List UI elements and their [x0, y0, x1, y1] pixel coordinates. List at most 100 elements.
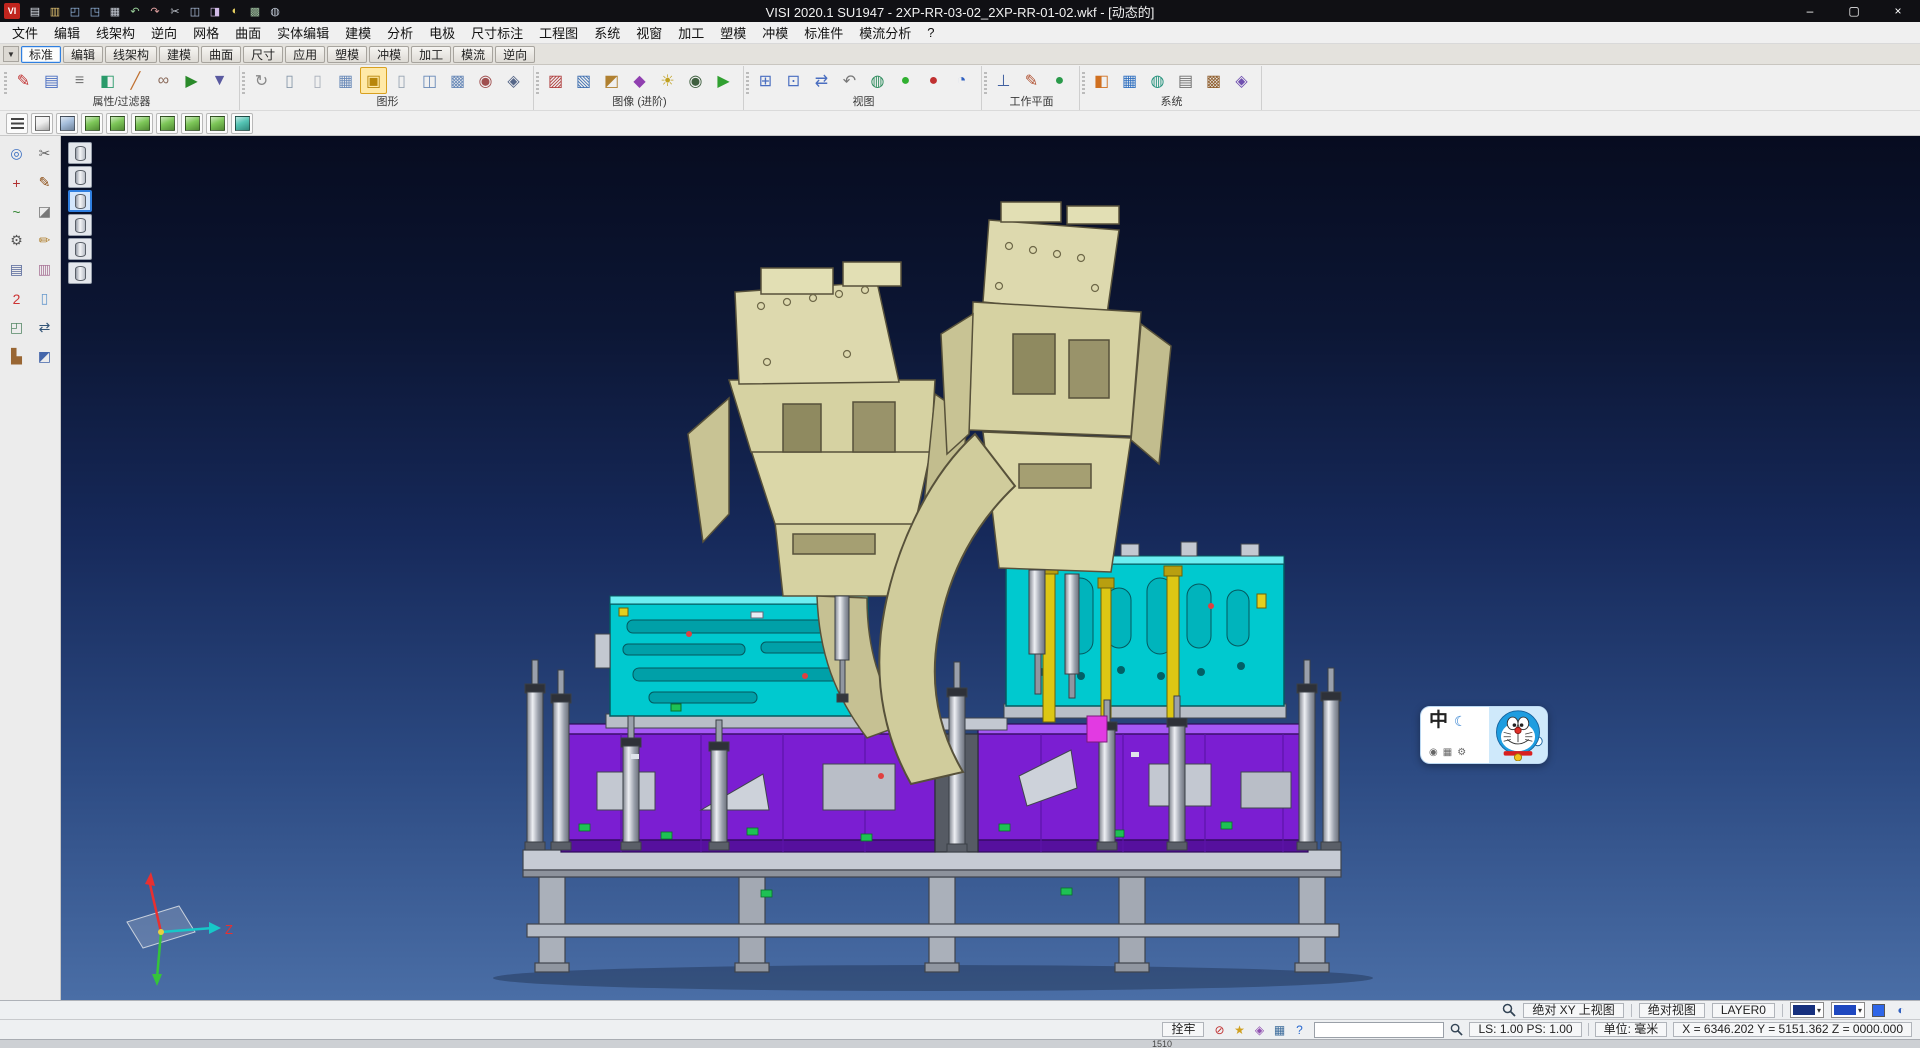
view-shaded-cube-icon[interactable] [31, 113, 53, 134]
attr-layers-icon[interactable]: ≡ [66, 67, 93, 94]
cad-model-3d[interactable]: Z [61, 136, 1920, 1000]
system-hatch-icon[interactable]: ▩ [1200, 67, 1227, 94]
menu-item[interactable]: 视窗 [628, 23, 670, 43]
menu-item[interactable]: 建模 [337, 23, 379, 43]
move-tool-icon[interactable]: ⇄ [32, 315, 57, 340]
menu-item[interactable]: 线架构 [88, 23, 143, 43]
qat-save-all-icon[interactable]: ◳ [86, 2, 104, 20]
globe-view-icon[interactable]: ◍ [864, 67, 891, 94]
qat-help-icon[interactable]: ◍ [266, 2, 284, 20]
display-set-icon[interactable]: ◈ [500, 67, 527, 94]
tab-flow[interactable]: 模流 [453, 46, 493, 63]
light-icon[interactable]: ☀ [654, 67, 681, 94]
tab-overflow-button[interactable]: ▼ [3, 46, 19, 62]
workplane-edit-icon[interactable]: ✎ [1018, 67, 1045, 94]
view-menu-button[interactable] [6, 113, 28, 134]
dimension2-tool-icon[interactable]: 2 [4, 286, 29, 311]
menu-item[interactable]: 工程图 [531, 23, 586, 43]
status-nosnap-icon[interactable]: ⊘ [1210, 1021, 1228, 1038]
shaded-mode-icon[interactable]: ▣ [360, 67, 387, 94]
view-wire-cube-icon[interactable] [56, 113, 78, 134]
attr-filter-icon[interactable]: ▼ [206, 67, 233, 94]
crosshair-tool-icon[interactable]: + [4, 170, 29, 195]
pie-view-icon[interactable]: ◔ [948, 67, 975, 94]
dynamic-view-tool-4[interactable] [68, 214, 92, 236]
qat-print-icon[interactable]: ▦ [106, 2, 124, 20]
status-filter-icon[interactable] [1450, 1023, 1463, 1036]
qat-cut-icon[interactable]: ✂ [166, 2, 184, 20]
view-top-icon[interactable] [81, 113, 103, 134]
wire-cylinder-icon[interactable]: ▯ [276, 67, 303, 94]
menu-item[interactable]: 文件 [4, 23, 46, 43]
status-palette-icon[interactable]: ◈ [1250, 1021, 1268, 1038]
chart-tool-icon[interactable]: ▙ [4, 344, 29, 369]
trim-tool-icon[interactable]: ✂ [32, 141, 57, 166]
sheet-tool-icon[interactable]: ▯ [32, 286, 57, 311]
zoom-tool-icon[interactable]: ◎ [4, 141, 29, 166]
menu-item[interactable]: 实体编辑 [269, 23, 337, 43]
gear-tool-icon[interactable]: ⚙ [4, 228, 29, 253]
menu-item[interactable]: 网格 [185, 23, 227, 43]
status-search-icon[interactable] [1502, 1003, 1516, 1017]
view-mode-label[interactable]: 绝对 XY 上视图 [1523, 1003, 1623, 1018]
menu-item[interactable]: 塑模 [712, 23, 754, 43]
cube-pair-icon[interactable]: ◫ [416, 67, 443, 94]
system-table-icon[interactable]: ▤ [1172, 67, 1199, 94]
zoom-window-icon[interactable]: ⊡ [780, 67, 807, 94]
line-color-combo[interactable]: ▾ [1790, 1002, 1824, 1018]
tab-standard[interactable]: 标准 [21, 46, 61, 63]
ghost-cylinder-icon[interactable]: ▯ [388, 67, 415, 94]
ime-widget[interactable]: 中 ☾ ◉ ▦ ⚙ [1420, 706, 1548, 764]
menu-item[interactable]: 冲模 [754, 23, 796, 43]
menu-item[interactable]: 逆向 [143, 23, 185, 43]
qat-new-icon[interactable]: ▤ [26, 2, 44, 20]
qat-save-icon[interactable]: ◰ [66, 2, 84, 20]
dynamic-view-tool-6[interactable] [68, 262, 92, 284]
ime-settings-icon[interactable]: ⚙ [1457, 747, 1466, 758]
pencil-tool-icon[interactable]: ✎ [32, 170, 57, 195]
status-help-icon[interactable]: ? [1290, 1021, 1308, 1038]
maximize-button[interactable]: ▢ [1832, 0, 1876, 22]
camera-icon[interactable]: ◉ [682, 67, 709, 94]
status-osnap-icon[interactable]: ★ [1230, 1021, 1248, 1038]
regen-icon[interactable]: ↻ [248, 67, 275, 94]
menu-item[interactable]: ? [919, 23, 942, 43]
tab-reverse[interactable]: 逆向 [495, 46, 535, 63]
system-config-icon[interactable]: ◈ [1228, 67, 1255, 94]
grid-cube-icon[interactable]: ▩ [444, 67, 471, 94]
layer-label[interactable]: LAYER0 [1712, 1003, 1775, 1018]
attr-pick-icon[interactable]: ▶ [178, 67, 205, 94]
workplane-sphere-icon[interactable]: ● [1046, 67, 1073, 94]
dynamic-view-tool-1[interactable] [68, 142, 92, 164]
active-color-swatch[interactable] [1872, 1004, 1885, 1017]
attr-line-icon[interactable]: ╱ [122, 67, 149, 94]
curve-tool-icon[interactable]: ~ [4, 199, 29, 224]
tab-machining[interactable]: 加工 [411, 46, 451, 63]
mesh-cube-icon[interactable]: ▦ [332, 67, 359, 94]
note-tool-icon[interactable]: ▥ [32, 257, 57, 282]
shadow-icon[interactable]: ◩ [598, 67, 625, 94]
ime-moon-icon[interactable]: ☾ [1454, 713, 1467, 730]
menu-item[interactable]: 分析 [379, 23, 421, 43]
qat-undo-icon[interactable]: ↶ [126, 2, 144, 20]
hidden-cylinder-icon[interactable]: ▯ [304, 67, 331, 94]
animation-icon[interactable]: ▶ [710, 67, 737, 94]
menu-item[interactable]: 尺寸标注 [463, 23, 531, 43]
menu-item[interactable]: 系统 [586, 23, 628, 43]
dynamic-view-tool-5[interactable] [68, 238, 92, 260]
absolute-view-label[interactable]: 绝对视图 [1639, 1003, 1705, 1018]
status-gridsnap-icon[interactable]: ▦ [1270, 1021, 1288, 1038]
attr-doc-icon[interactable]: ▤ [38, 67, 65, 94]
zoom-all-icon[interactable]: ⊞ [752, 67, 779, 94]
attr-chain-icon[interactable]: ∞ [150, 67, 177, 94]
menu-item[interactable]: 编辑 [46, 23, 88, 43]
status-circle-icon[interactable]: ◐ [1892, 1002, 1910, 1019]
attr-mask-icon[interactable]: ◧ [94, 67, 121, 94]
save-tool-icon[interactable]: ◩ [32, 344, 57, 369]
material-icon[interactable]: ◆ [626, 67, 653, 94]
qat-properties-icon[interactable]: ◐ [226, 2, 244, 20]
ime-keyboard-icon[interactable]: ▦ [1443, 747, 1452, 758]
menu-item[interactable]: 标准件 [796, 23, 851, 43]
tab-mould[interactable]: 塑模 [327, 46, 367, 63]
tab-surface[interactable]: 曲面 [201, 46, 241, 63]
